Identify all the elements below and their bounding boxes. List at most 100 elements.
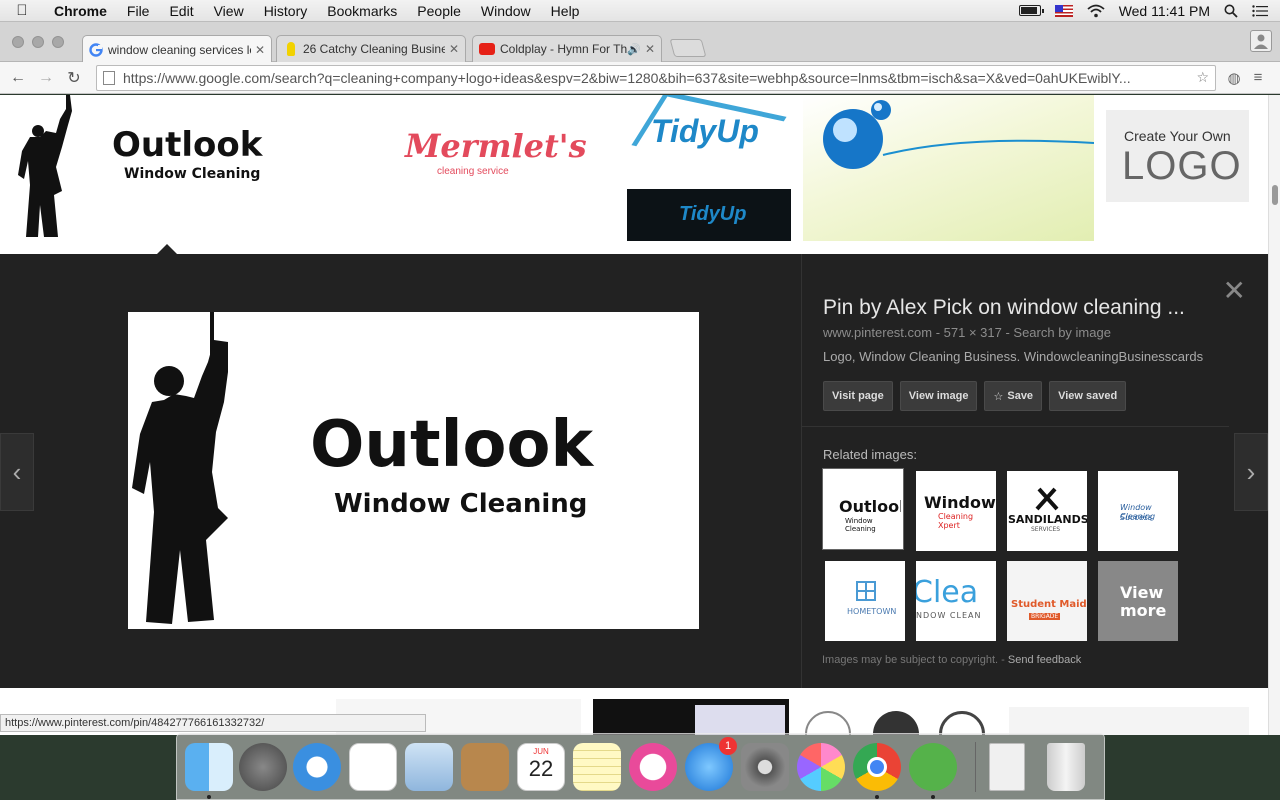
close-preview-icon[interactable]: ✕ (1223, 274, 1246, 307)
star-icon: ☆ (993, 390, 1004, 403)
contacts-icon[interactable] (461, 743, 509, 791)
launchpad-icon[interactable] (239, 743, 287, 791)
related-caption-1: Window (924, 493, 996, 512)
window-cleaner-silhouette (18, 95, 72, 237)
page-scrollbar[interactable] (1268, 95, 1280, 735)
utorrent-icon[interactable] (909, 743, 957, 791)
menu-bookmarks[interactable]: Bookmarks (317, 3, 407, 19)
spotlight-search-icon[interactable] (1224, 4, 1238, 18)
related-image-clean[interactable]: Clea NDOW CLEAN (916, 561, 996, 641)
result-image-bottom-2[interactable] (593, 699, 789, 735)
related-image-window-xpert[interactable]: Window Cleaning Xpert (916, 471, 996, 551)
page-info-icon[interactable] (103, 70, 115, 85)
visit-page-button[interactable]: Visit page (823, 381, 893, 411)
menu-help[interactable]: Help (541, 3, 590, 19)
view-more-button[interactable]: View more (1098, 561, 1178, 641)
result-image-mermlets[interactable]: Mermlet's cleaning service (329, 95, 615, 230)
related-image-student-maid[interactable]: Student Maid BRIGADE (1007, 561, 1087, 641)
menu-people[interactable]: People (407, 3, 471, 19)
related-caption-2: Success (1120, 513, 1153, 522)
chrome-icon[interactable] (853, 743, 901, 791)
menu-history[interactable]: History (254, 3, 318, 19)
window-zoom-button[interactable] (52, 36, 64, 48)
main-preview-image[interactable]: Outlook Window Cleaning (128, 312, 699, 629)
result-image-create-logo[interactable]: Create Your Own LOGO (1106, 110, 1249, 202)
related-caption-1: Clea (916, 575, 979, 610)
preview-title-link[interactable]: Pin by Alex Pick on window cleaning ... (823, 296, 1228, 320)
tab-catchy-cleaning[interactable]: 26 Catchy Cleaning Busine ✕ (276, 35, 466, 62)
person-icon (1254, 34, 1268, 49)
itunes-icon[interactable] (629, 743, 677, 791)
menu-app-name[interactable]: Chrome (44, 3, 117, 19)
app-store-icon[interactable]: 1 (685, 737, 737, 791)
pdf-document-icon[interactable] (989, 743, 1025, 791)
notification-center-icon[interactable] (1252, 4, 1268, 17)
back-arrow-icon[interactable]: ← (4, 69, 32, 87)
window-close-button[interactable] (12, 36, 24, 48)
menubar-clock[interactable]: Wed 11:41 PM (1119, 3, 1210, 19)
battery-icon[interactable] (1018, 5, 1044, 16)
tab-close-icon[interactable]: ✕ (449, 42, 459, 56)
calendar-day: 22 (528, 756, 554, 781)
view-more-label-2: more (1120, 601, 1167, 620)
trash-icon[interactable] (1047, 743, 1085, 791)
notes-icon[interactable] (573, 743, 621, 791)
result-image-bubble[interactable] (803, 95, 1094, 241)
bookmark-star-icon[interactable]: ☆ (1196, 69, 1209, 86)
result-image-bottom-3[interactable] (801, 699, 997, 735)
wifi-icon[interactable] (1087, 4, 1105, 18)
photos-icon[interactable] (797, 743, 845, 791)
tab-close-icon[interactable]: ✕ (255, 43, 265, 57)
new-tab-button[interactable] (669, 39, 707, 57)
result-tidyup-title-small: TidyUp (679, 203, 747, 225)
related-caption-2: Cleaning Xpert (938, 512, 974, 530)
previous-image-arrow-icon[interactable]: ‹ (0, 433, 34, 511)
tab-coldplay-youtube[interactable]: Coldplay - Hymn For The 🔊 ✕ (472, 35, 662, 62)
save-button[interactable]: ☆ Save (984, 381, 1043, 411)
result-image-outlook[interactable]: Outlook Window Cleaning (16, 95, 317, 240)
preview-outlook-subtitle: Window Cleaning (334, 489, 588, 519)
input-source-flag-icon[interactable] (1054, 4, 1073, 17)
reload-icon[interactable]: ↻ (60, 68, 88, 88)
finder-icon[interactable] (185, 743, 233, 791)
next-image-arrow-icon[interactable]: › (1234, 433, 1268, 511)
forward-arrow-icon[interactable]: → (32, 69, 60, 87)
send-feedback-link[interactable]: Send feedback (1008, 654, 1081, 666)
safari-icon[interactable] (293, 743, 341, 791)
badge-shape-3 (939, 711, 985, 735)
menu-view[interactable]: View (204, 3, 254, 19)
related-image-outlook[interactable]: Outlook Window Cleaning (822, 468, 904, 550)
chrome-menu-icon[interactable]: ≡ (1246, 69, 1270, 86)
audio-playing-icon[interactable]: 🔊 (627, 43, 641, 56)
app-grid-icon[interactable] (349, 743, 397, 791)
menu-window[interactable]: Window (471, 3, 541, 19)
running-indicator (875, 795, 879, 799)
address-bar[interactable]: https://www.google.com/search?q=cleaning… (96, 64, 1216, 91)
extension-globe-icon[interactable]: ◍ (1222, 69, 1246, 87)
mail-icon[interactable] (405, 743, 453, 791)
result-mermlets-title: Mermlet's (405, 127, 587, 165)
preview-info-panel: Pin by Alex Pick on window cleaning ... … (801, 254, 1229, 688)
address-url[interactable]: https://www.google.com/search?q=cleaning… (123, 70, 1190, 86)
view-image-button[interactable]: View image (899, 381, 978, 411)
related-image-window-cleaning-success[interactable]: Window Cleaning Success (1098, 471, 1178, 551)
related-images-label: Related images: (823, 447, 917, 462)
tab-close-icon[interactable]: ✕ (645, 42, 655, 56)
tab-google-search[interactable]: window cleaning services lo ✕ (82, 35, 272, 63)
menu-edit[interactable]: Edit (159, 3, 203, 19)
window-minimize-button[interactable] (32, 36, 44, 48)
menu-file[interactable]: File (117, 3, 160, 19)
related-image-sandilands[interactable]: SANDILANDS SERVICES (1007, 471, 1087, 551)
preview-meta[interactable]: www.pinterest.com - 571 × 317 - Search b… (823, 325, 1228, 340)
calendar-icon[interactable]: JUN 22 (517, 743, 565, 791)
result-image-tidyup[interactable]: TidyUp TidyUp (627, 95, 791, 241)
view-saved-button[interactable]: View saved (1049, 381, 1127, 411)
result-image-bottom-4[interactable] (1009, 707, 1249, 735)
scrollbar-thumb[interactable] (1272, 185, 1278, 205)
result-mermlets-subtitle: cleaning service (437, 166, 509, 177)
profile-button[interactable] (1250, 30, 1272, 52)
related-image-hometown[interactable]: HOMETOWN (825, 561, 905, 641)
apple-icon[interactable]:  (0, 2, 44, 19)
system-preferences-icon[interactable] (741, 743, 789, 791)
window-cleaner-silhouette-large (132, 312, 228, 624)
